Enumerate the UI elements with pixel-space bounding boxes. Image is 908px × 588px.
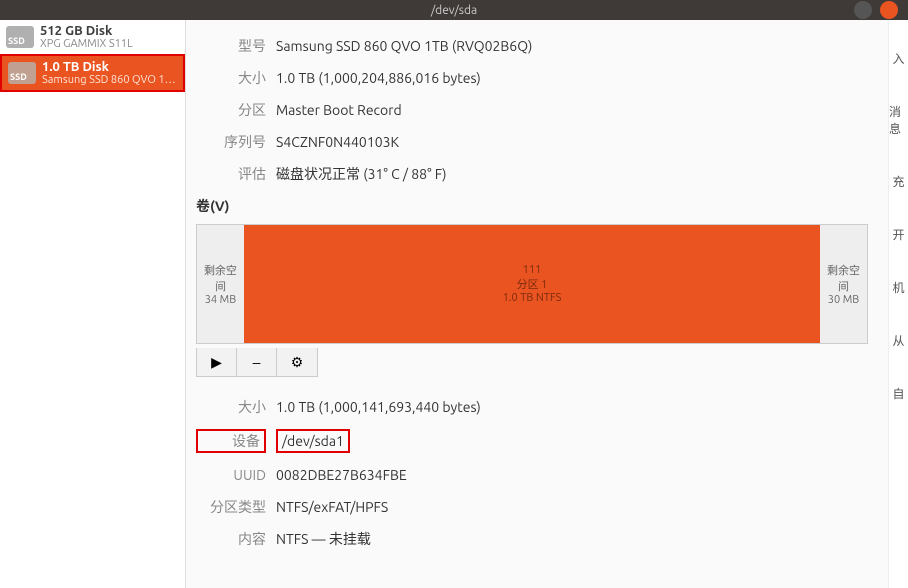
volume-toolbar: ▶ – ⚙	[196, 348, 318, 377]
mount-play-button[interactable]: ▶	[197, 348, 237, 376]
disk-title: 512 GB Disk	[40, 24, 133, 38]
disk-subtitle: XPG GAMMIX S11L	[40, 38, 133, 50]
row-model: 型号 Samsung SSD 860 QVO 1TB (RVQ02B6Q)	[196, 36, 868, 56]
row-vol-uuid: UUID 0082DBE27B634FBE	[196, 465, 868, 485]
row-partitioning: 分区 Master Boot Record	[196, 100, 868, 120]
row-vol-size: 大小 1.0 TB (1,000,141,693,440 bytes)	[196, 397, 868, 417]
close-button[interactable]	[880, 1, 898, 19]
volumes-heading: 卷(V)	[196, 196, 868, 216]
title-bar: /dev/sda	[0, 0, 908, 20]
row-size: 大小 1.0 TB (1,000,204,886,016 bytes)	[196, 68, 868, 88]
disk-details: 型号 Samsung SSD 860 QVO 1TB (RVQ02B6Q) 大小…	[186, 20, 888, 588]
volume-segment-free-right[interactable]: 剩余空间 30 MB	[820, 225, 867, 343]
device-path: /dev/sda1	[276, 429, 350, 453]
options-gear-button[interactable]: ⚙	[277, 348, 317, 376]
disk-item-0[interactable]: SSD 512 GB Disk XPG GAMMIX S11L	[0, 20, 185, 54]
row-serial: 序列号 S4CZNF0N440103K	[196, 132, 868, 152]
ssd-icon: SSD	[8, 62, 36, 84]
row-vol-content: 内容 NTFS — 未挂载	[196, 529, 868, 549]
row-vol-ptype: 分区类型 NTFS/exFAT/HPFS	[196, 497, 868, 517]
disk-subtitle: Samsung SSD 860 QVO 1TB	[42, 74, 177, 86]
disk-item-1[interactable]: SSD 1.0 TB Disk Samsung SSD 860 QVO 1TB	[0, 54, 185, 92]
delete-minus-button[interactable]: –	[237, 348, 277, 376]
volume-segment-main[interactable]: 111 分区 1 1.0 TB NTFS	[244, 225, 820, 343]
volume-segment-free-left[interactable]: 剩余空间 34 MB	[197, 225, 244, 343]
right-strip: 入 消息 充 开 机 从 自	[888, 20, 908, 588]
row-vol-device: 设备 /dev/sda1	[196, 429, 868, 453]
ssd-icon: SSD	[6, 26, 34, 48]
disk-sidebar: SSD 512 GB Disk XPG GAMMIX S11L SSD 1.0 …	[0, 20, 186, 588]
minimize-button[interactable]	[854, 1, 872, 19]
gear-icon: ⚙	[291, 354, 304, 371]
volume-map[interactable]: 剩余空间 34 MB 111 分区 1 1.0 TB NTFS 剩余空间 30 …	[196, 224, 868, 344]
row-assessment: 评估 磁盘状况正常 (31° C / 88° F)	[196, 164, 868, 184]
disk-title: 1.0 TB Disk	[42, 60, 177, 74]
window-title: /dev/sda	[431, 4, 477, 17]
